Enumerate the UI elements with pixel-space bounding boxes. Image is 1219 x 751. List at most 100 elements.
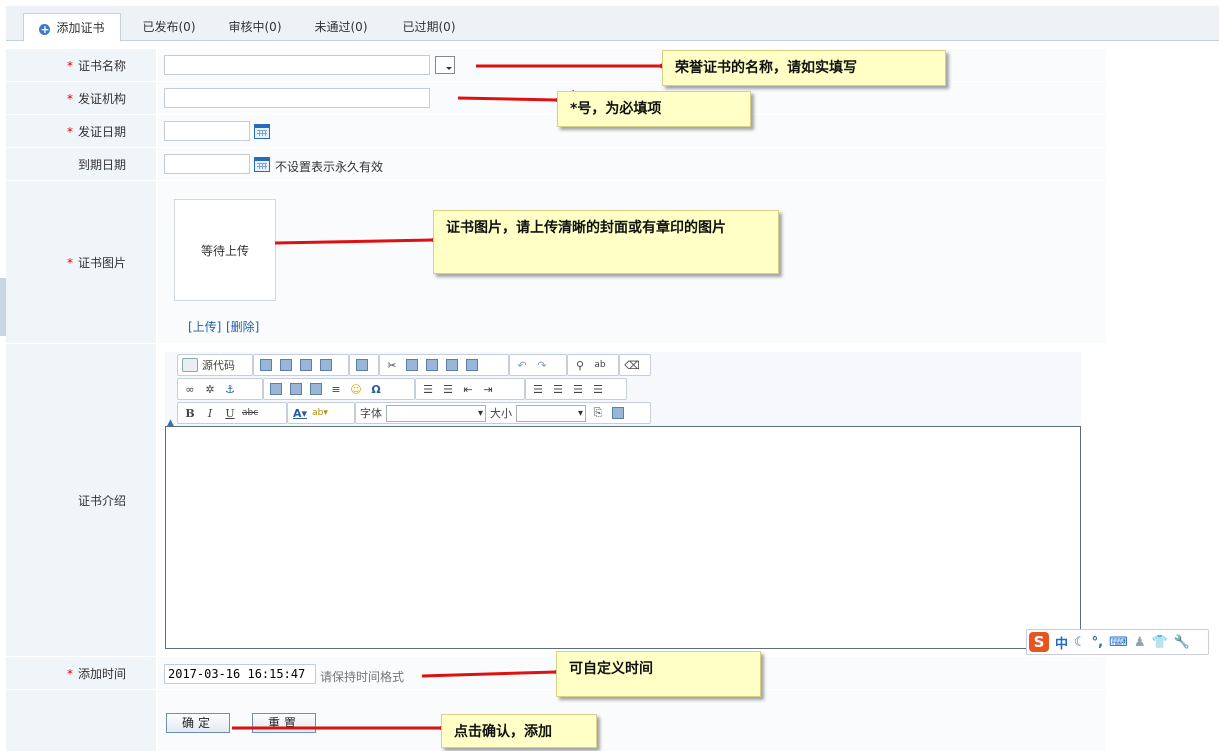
rich-text-editor: 源代码 ✂ ↶ ↷ ⚲ ab ⌫ ∞ ✲ ⚓ ≡ ☺ Ω ☰ ☰ ⇤ ⇥ ☰ ☰… [165, 352, 1081, 649]
expire-date-input[interactable] [164, 154, 250, 174]
reset-button[interactable]: 重置 [252, 713, 316, 733]
tab-label: 已发布(0) [142, 20, 196, 34]
label-cell: * 证书名称 [6, 49, 156, 82]
bg-color-icon[interactable]: ab▾ [312, 405, 328, 421]
label-cell: * 发证日期 [6, 115, 156, 148]
paste-icon[interactable] [278, 357, 294, 373]
user-icon[interactable]: ♟ [1134, 635, 1146, 650]
field-label: 发证日期 [77, 125, 126, 139]
certificate-name-input[interactable] [164, 55, 430, 75]
unlink-icon[interactable]: ✲ [202, 381, 218, 397]
label-cell: 到期日期 [6, 148, 156, 181]
eraser-icon[interactable]: ⌫ [624, 357, 640, 373]
wrench-icon[interactable]: 🔧 [1174, 635, 1190, 650]
toolbar-group-insert: ≡ ☺ Ω [263, 378, 415, 400]
redo-icon[interactable]: ↷ [534, 357, 550, 373]
field-label: 到期日期 [77, 158, 126, 172]
required-mark: * [66, 58, 73, 73]
add-icon: + [39, 23, 51, 36]
align-left-icon[interactable]: ☰ [530, 381, 546, 397]
print-icon[interactable] [318, 357, 334, 373]
template-icon[interactable] [258, 357, 274, 373]
editor-toolbar: 源代码 ✂ ↶ ↷ ⚲ ab ⌫ ∞ ✲ ⚓ ≡ ☺ Ω ☰ ☰ ⇤ ⇥ ☰ ☰… [165, 352, 1081, 428]
align-center-icon[interactable]: ☰ [550, 381, 566, 397]
issuer-input[interactable] [164, 88, 430, 108]
tab-label: 已过期(0) [402, 20, 456, 34]
toolbar-group-page [349, 354, 379, 376]
callout-image: 证书图片，请上传清晰的封面或有章印的图片 [433, 210, 779, 274]
label-cell: * 添加时间 [6, 657, 156, 690]
link-icon[interactable]: ∞ [182, 381, 198, 397]
skin-icon[interactable]: 👕 [1152, 635, 1168, 650]
unordered-list-icon[interactable]: ☰ [440, 381, 456, 397]
tab-expired[interactable]: 已过期(0) [390, 13, 468, 41]
paste-plain-icon[interactable] [464, 357, 480, 373]
anchor-icon[interactable]: ⚓ [222, 381, 238, 397]
text-color-icon[interactable]: A▾ [292, 405, 308, 421]
preview-icon[interactable] [298, 357, 314, 373]
expire-hint: 不设置表示永久有效 [275, 160, 384, 174]
toolbar-group-link: ∞ ✲ ⚓ [177, 378, 263, 400]
strikethrough-icon[interactable]: abc [242, 405, 258, 421]
image-icon[interactable] [268, 381, 284, 397]
fullscreen-icon[interactable] [610, 405, 626, 421]
special-char-icon[interactable]: Ω [368, 381, 384, 397]
required-mark: * [66, 255, 73, 270]
copy-icon[interactable] [404, 357, 420, 373]
attachment-icon[interactable]: ⎘ [590, 405, 606, 421]
confirm-button[interactable]: 确定 [166, 713, 230, 733]
outdent-icon[interactable]: ⇤ [460, 381, 476, 397]
toolbar-group-clipboard: ✂ [379, 354, 509, 376]
punctuation-icon[interactable]: °, [1092, 635, 1103, 650]
required-mark: * [66, 91, 73, 106]
underline-icon[interactable]: U [222, 405, 238, 421]
toolbar-group-eraser: ⌫ [619, 354, 651, 376]
size-label: 大小 [490, 407, 512, 420]
font-size-select[interactable] [516, 404, 586, 422]
calendar-icon[interactable] [254, 157, 270, 172]
image-placeholder-text: 等待上传 [200, 243, 249, 258]
name-picker-dropdown[interactable] [435, 56, 455, 74]
sogou-logo-icon[interactable]: S [1029, 632, 1049, 652]
flash-icon[interactable] [288, 381, 304, 397]
editor-content-area[interactable] [165, 426, 1081, 649]
paste-text-icon[interactable] [424, 357, 440, 373]
moon-icon[interactable]: ☾ [1074, 635, 1086, 650]
align-right-icon[interactable]: ☰ [570, 381, 586, 397]
paste-word-icon[interactable] [444, 357, 460, 373]
italic-icon[interactable]: I [202, 405, 218, 421]
add-time-input[interactable] [164, 664, 316, 684]
smiley-icon[interactable]: ☺ [348, 381, 364, 397]
hr-icon[interactable]: ≡ [328, 381, 344, 397]
bold-icon[interactable]: B [182, 405, 198, 421]
toolbar-group-color: A▾ ab▾ [287, 402, 355, 424]
keyboard-icon[interactable]: ⌨ [1109, 635, 1128, 650]
replace-icon[interactable]: ab [592, 357, 608, 373]
tab-reviewing[interactable]: 审核中(0) [216, 13, 294, 41]
upload-link[interactable]: [上传] [188, 318, 221, 335]
align-justify-icon[interactable]: ☰ [590, 381, 606, 397]
toolbar-group-list: ☰ ☰ ⇤ ⇥ [415, 378, 525, 400]
page-icon[interactable] [354, 357, 370, 373]
delete-link[interactable]: [删除] [226, 318, 259, 335]
font-label: 字体 [360, 407, 382, 420]
image-preview: 等待上传 [174, 199, 276, 301]
tab-published[interactable]: 已发布(0) [130, 13, 208, 41]
ime-mode[interactable]: 中 [1055, 633, 1068, 652]
tab-rejected[interactable]: 未通过(0) [302, 13, 380, 41]
tab-add-certificate[interactable]: + 添加证书 [23, 13, 121, 42]
find-icon[interactable]: ⚲ [572, 357, 588, 373]
undo-icon[interactable]: ↶ [514, 357, 530, 373]
ordered-list-icon[interactable]: ☰ [420, 381, 436, 397]
font-family-select[interactable] [386, 404, 486, 422]
tab-bar: + 添加证书 已发布(0) 审核中(0) 未通过(0) 已过期(0) [6, 6, 1219, 42]
toolbar-group-style: B I U abc [177, 402, 287, 424]
indent-icon[interactable]: ⇥ [480, 381, 496, 397]
cut-icon[interactable]: ✂ [384, 357, 400, 373]
source-button[interactable]: 源代码 [202, 357, 235, 373]
table-icon[interactable] [308, 381, 324, 397]
issue-date-input[interactable] [164, 121, 250, 141]
field-label: 添加时间 [77, 667, 126, 681]
callout-required: *号，为必填项 [557, 91, 751, 127]
calendar-icon[interactable] [254, 124, 270, 139]
